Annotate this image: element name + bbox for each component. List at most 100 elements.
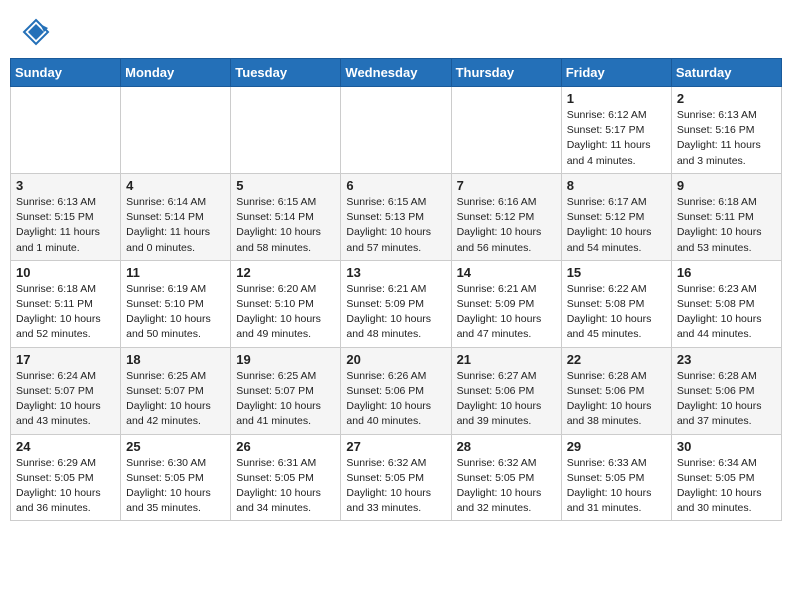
calendar-cell: 21 Sunrise: 6:27 AM Sunset: 5:06 PM Dayli… (451, 347, 561, 434)
day-number: 15 (567, 265, 666, 280)
calendar-cell: 20Sunrise: 6:26 AM Sunset: 5:06 PM Dayli… (341, 347, 451, 434)
day-number: 21 (457, 352, 556, 367)
calendar-cell: 30 Sunrise: 6:34 AM Sunset: 5:05 PM Dayli… (671, 434, 781, 521)
day-info: Sunrise: 6:28 AM Sunset: 5:06 PM Dayligh… (677, 369, 776, 430)
day-number: 1 (567, 91, 666, 106)
day-number: 29 (567, 439, 666, 454)
day-info: Sunrise: 6:17 AM Sunset: 5:12 PM Dayligh… (567, 195, 666, 256)
day-number: 5 (236, 178, 335, 193)
calendar-cell: 2 Sunrise: 6:13 AM Sunset: 5:16 PM Daylig… (671, 87, 781, 174)
calendar-cell: 14 Sunrise: 6:21 AM Sunset: 5:09 PM Dayli… (451, 260, 561, 347)
day-info: Sunrise: 6:34 AM Sunset: 5:05 PM Dayligh… (677, 456, 776, 517)
calendar-cell (121, 87, 231, 174)
calendar-cell: 9 Sunrise: 6:18 AM Sunset: 5:11 PM Daylig… (671, 173, 781, 260)
day-info: Sunrise: 6:20 AM Sunset: 5:10 PM Dayligh… (236, 282, 335, 343)
calendar-cell (341, 87, 451, 174)
day-info: Sunrise: 6:15 AM Sunset: 5:14 PM Dayligh… (236, 195, 335, 256)
calendar-header-row: SundayMondayTuesdayWednesdayThursdayFrid… (11, 59, 782, 87)
day-info: Sunrise: 6:31 AM Sunset: 5:05 PM Dayligh… (236, 456, 335, 517)
day-number: 19 (236, 352, 335, 367)
day-info: Sunrise: 6:33 AM Sunset: 5:05 PM Dayligh… (567, 456, 666, 517)
day-number: 11 (126, 265, 225, 280)
calendar-cell: 18Sunrise: 6:25 AM Sunset: 5:07 PM Dayli… (121, 347, 231, 434)
day-info: Sunrise: 6:12 AM Sunset: 5:17 PM Dayligh… (567, 108, 666, 169)
day-info: Sunrise: 6:21 AM Sunset: 5:09 PM Dayligh… (457, 282, 556, 343)
day-number: 26 (236, 439, 335, 454)
calendar-cell: 4 Sunrise: 6:14 AM Sunset: 5:14 PM Daylig… (121, 173, 231, 260)
calendar-cell: 29 Sunrise: 6:33 AM Sunset: 5:05 PM Dayli… (561, 434, 671, 521)
calendar-cell: 24 Sunrise: 6:29 AM Sunset: 5:05 PM Dayli… (11, 434, 121, 521)
day-info: Sunrise: 6:28 AM Sunset: 5:06 PM Dayligh… (567, 369, 666, 430)
day-number: 7 (457, 178, 556, 193)
day-number: 10 (16, 265, 115, 280)
calendar-cell: 5 Sunrise: 6:15 AM Sunset: 5:14 PM Daylig… (231, 173, 341, 260)
day-info: Sunrise: 6:24 AM Sunset: 5:07 PM Dayligh… (16, 369, 115, 430)
calendar-header-sunday: Sunday (11, 59, 121, 87)
day-number: 9 (677, 178, 776, 193)
calendar-header-wednesday: Wednesday (341, 59, 451, 87)
calendar-cell (11, 87, 121, 174)
calendar-cell: 3Sunrise: 6:13 AM Sunset: 5:15 PM Daylig… (11, 173, 121, 260)
day-info: Sunrise: 6:25 AM Sunset: 5:07 PM Dayligh… (236, 369, 335, 430)
day-number: 17 (16, 352, 115, 367)
calendar-cell: 6 Sunrise: 6:15 AM Sunset: 5:13 PM Daylig… (341, 173, 451, 260)
day-number: 12 (236, 265, 335, 280)
day-info: Sunrise: 6:32 AM Sunset: 5:05 PM Dayligh… (346, 456, 445, 517)
calendar-header-tuesday: Tuesday (231, 59, 341, 87)
day-number: 28 (457, 439, 556, 454)
calendar-cell: 13 Sunrise: 6:21 AM Sunset: 5:09 PM Dayli… (341, 260, 451, 347)
day-info: Sunrise: 6:23 AM Sunset: 5:08 PM Dayligh… (677, 282, 776, 343)
calendar-cell: 19 Sunrise: 6:25 AM Sunset: 5:07 PM Dayli… (231, 347, 341, 434)
day-number: 8 (567, 178, 666, 193)
day-info: Sunrise: 6:14 AM Sunset: 5:14 PM Dayligh… (126, 195, 225, 256)
calendar-cell: 1 Sunrise: 6:12 AM Sunset: 5:17 PM Daylig… (561, 87, 671, 174)
page-header (10, 10, 782, 50)
day-number: 24 (16, 439, 115, 454)
day-info: Sunrise: 6:18 AM Sunset: 5:11 PM Dayligh… (16, 282, 115, 343)
calendar-cell: 12 Sunrise: 6:20 AM Sunset: 5:10 PM Dayli… (231, 260, 341, 347)
calendar-week-row: 1 Sunrise: 6:12 AM Sunset: 5:17 PM Daylig… (11, 87, 782, 174)
day-number: 30 (677, 439, 776, 454)
calendar-cell (451, 87, 561, 174)
day-number: 16 (677, 265, 776, 280)
calendar-header-saturday: Saturday (671, 59, 781, 87)
calendar-cell: 15Sunrise: 6:22 AM Sunset: 5:08 PM Dayli… (561, 260, 671, 347)
day-info: Sunrise: 6:16 AM Sunset: 5:12 PM Dayligh… (457, 195, 556, 256)
logo-icon (22, 18, 50, 46)
calendar-cell: 28 Sunrise: 6:32 AM Sunset: 5:05 PM Dayli… (451, 434, 561, 521)
calendar-cell (231, 87, 341, 174)
day-info: Sunrise: 6:13 AM Sunset: 5:15 PM Dayligh… (16, 195, 115, 256)
day-number: 22 (567, 352, 666, 367)
calendar-cell: 27Sunrise: 6:32 AM Sunset: 5:05 PM Dayli… (341, 434, 451, 521)
calendar-cell: 26 Sunrise: 6:31 AM Sunset: 5:05 PM Dayli… (231, 434, 341, 521)
day-number: 13 (346, 265, 445, 280)
calendar-cell: 16 Sunrise: 6:23 AM Sunset: 5:08 PM Dayli… (671, 260, 781, 347)
day-info: Sunrise: 6:18 AM Sunset: 5:11 PM Dayligh… (677, 195, 776, 256)
calendar-cell: 10 Sunrise: 6:18 AM Sunset: 5:11 PM Dayli… (11, 260, 121, 347)
day-number: 6 (346, 178, 445, 193)
calendar-cell: 11Sunrise: 6:19 AM Sunset: 5:10 PM Dayli… (121, 260, 231, 347)
calendar-table: SundayMondayTuesdayWednesdayThursdayFrid… (10, 58, 782, 521)
calendar-cell: 22 Sunrise: 6:28 AM Sunset: 5:06 PM Dayli… (561, 347, 671, 434)
day-number: 20 (346, 352, 445, 367)
calendar-header-monday: Monday (121, 59, 231, 87)
calendar-week-row: 24 Sunrise: 6:29 AM Sunset: 5:05 PM Dayli… (11, 434, 782, 521)
calendar-header-friday: Friday (561, 59, 671, 87)
day-number: 25 (126, 439, 225, 454)
day-info: Sunrise: 6:32 AM Sunset: 5:05 PM Dayligh… (457, 456, 556, 517)
day-number: 18 (126, 352, 225, 367)
day-info: Sunrise: 6:27 AM Sunset: 5:06 PM Dayligh… (457, 369, 556, 430)
calendar-week-row: 3Sunrise: 6:13 AM Sunset: 5:15 PM Daylig… (11, 173, 782, 260)
day-info: Sunrise: 6:13 AM Sunset: 5:16 PM Dayligh… (677, 108, 776, 169)
day-info: Sunrise: 6:21 AM Sunset: 5:09 PM Dayligh… (346, 282, 445, 343)
day-number: 14 (457, 265, 556, 280)
day-number: 23 (677, 352, 776, 367)
day-number: 4 (126, 178, 225, 193)
day-info: Sunrise: 6:29 AM Sunset: 5:05 PM Dayligh… (16, 456, 115, 517)
day-info: Sunrise: 6:15 AM Sunset: 5:13 PM Dayligh… (346, 195, 445, 256)
calendar-cell: 17 Sunrise: 6:24 AM Sunset: 5:07 PM Dayli… (11, 347, 121, 434)
day-number: 2 (677, 91, 776, 106)
calendar-cell: 23 Sunrise: 6:28 AM Sunset: 5:06 PM Dayli… (671, 347, 781, 434)
calendar-cell: 7 Sunrise: 6:16 AM Sunset: 5:12 PM Daylig… (451, 173, 561, 260)
calendar-cell: 8 Sunrise: 6:17 AM Sunset: 5:12 PM Daylig… (561, 173, 671, 260)
